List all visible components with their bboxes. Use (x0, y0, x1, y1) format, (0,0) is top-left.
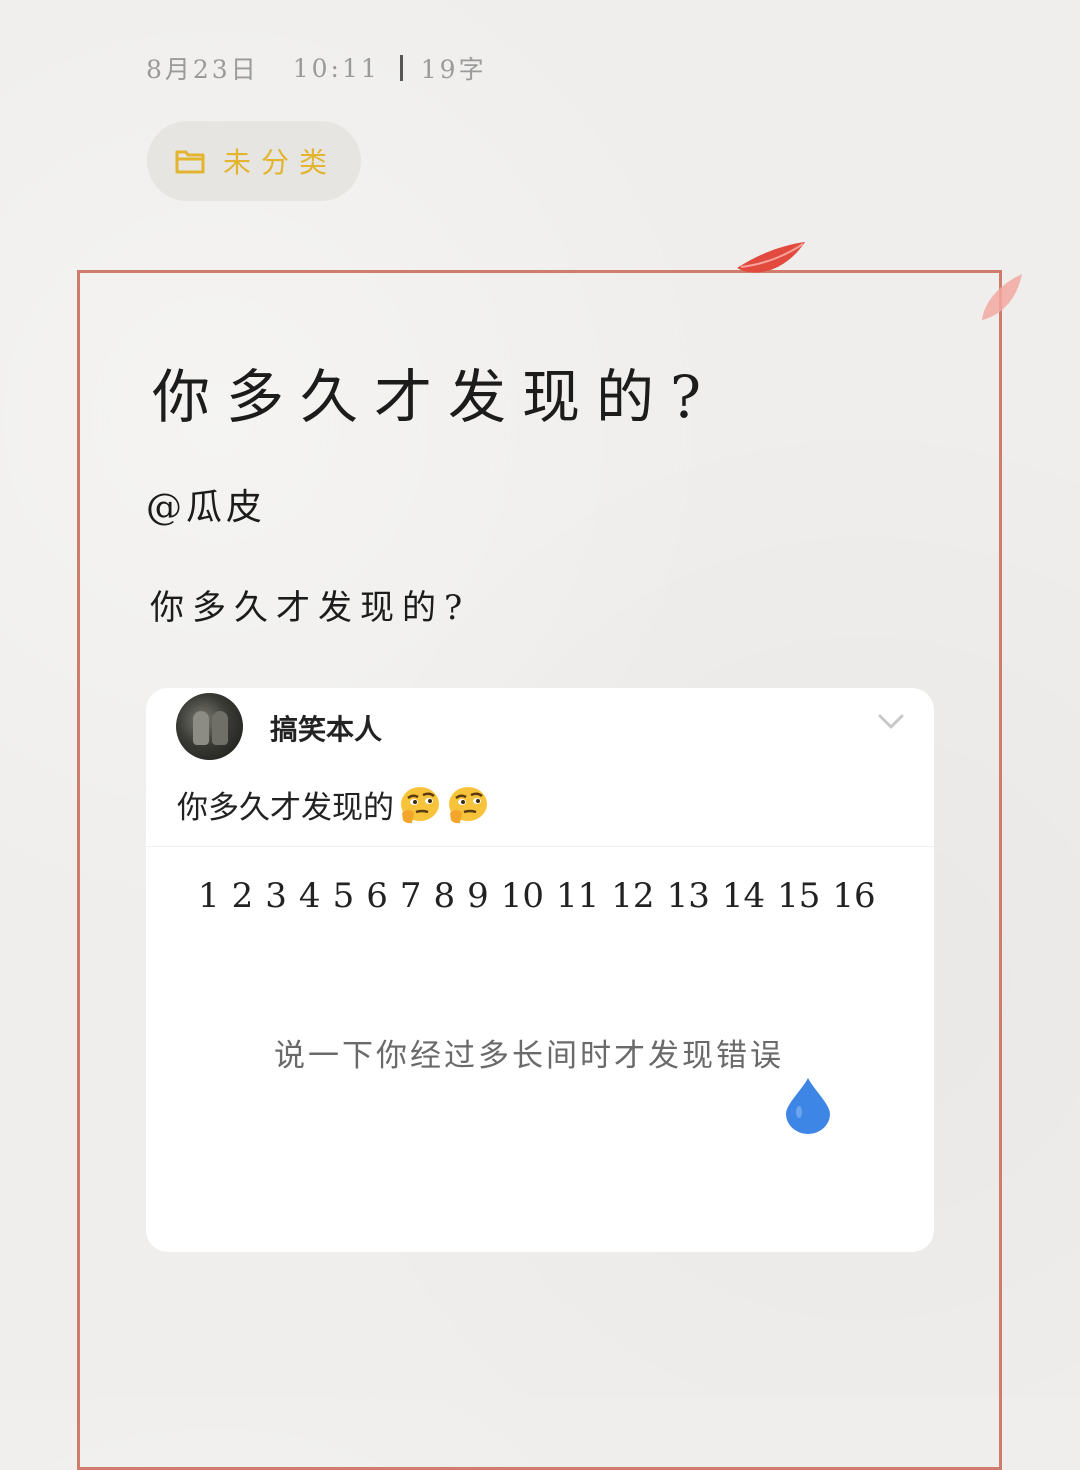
note-author: @瓜皮 (146, 487, 267, 528)
post-username[interactable]: 搞笑本人 (270, 708, 382, 748)
number-item: 12 (611, 876, 655, 916)
post-text: 你多久才发现的 (177, 782, 490, 827)
number-item: 5 (332, 876, 355, 916)
number-item: 10 (500, 876, 545, 916)
number-item: 14 (721, 876, 766, 916)
droplet-icon (786, 1078, 830, 1134)
number-item: 13 (666, 876, 710, 916)
note-body: 你多久才发现的? (150, 588, 471, 628)
number-item: 15 (777, 876, 821, 916)
note-time: 10:11 (292, 53, 380, 83)
meta-divider (399, 55, 403, 81)
petal-icon (737, 242, 805, 273)
number-item: 7 (399, 876, 422, 916)
post-text-content: 你多久才发现的 (177, 790, 394, 826)
note-meta: 8月23日 10:11 19字 (146, 50, 487, 86)
number-item: 8 (433, 876, 456, 916)
folder-icon (175, 148, 205, 174)
category-label: 未分类 (223, 146, 338, 179)
avatar[interactable] (176, 693, 243, 760)
word-count: 19字 (420, 55, 487, 84)
note-date: 8月23日 (146, 55, 259, 84)
post-screenshot-card: 搞笑本人 你多久才发现的 1 2 3 4 5 6 7 8 9 10 11 12 13 14 15 16 说一下… (146, 688, 934, 1252)
number-item: 1 (198, 876, 220, 916)
number-item: 6 (366, 876, 388, 916)
number-item: 11 (556, 876, 600, 916)
category-chip[interactable]: 未分类 (147, 121, 361, 201)
petal-icon (982, 274, 1022, 320)
thinking-face-emoji (401, 786, 439, 823)
number-item: 4 (298, 876, 321, 916)
post-divider (146, 846, 934, 847)
number-item: 2 (231, 876, 254, 916)
number-sequence: 1 2 3 4 5 6 7 8 9 10 11 12 13 14 15 16 (198, 876, 888, 916)
post-caption: 说一下你经过多长间时才发现错误 (274, 1038, 784, 1074)
number-item: 16 (832, 876, 876, 916)
note-title: 你多久才发现的? (152, 363, 718, 431)
thinking-face-emoji (449, 786, 487, 823)
number-item: 9 (467, 876, 489, 916)
chevron-down-icon[interactable] (878, 714, 904, 730)
number-item: 3 (265, 876, 287, 916)
